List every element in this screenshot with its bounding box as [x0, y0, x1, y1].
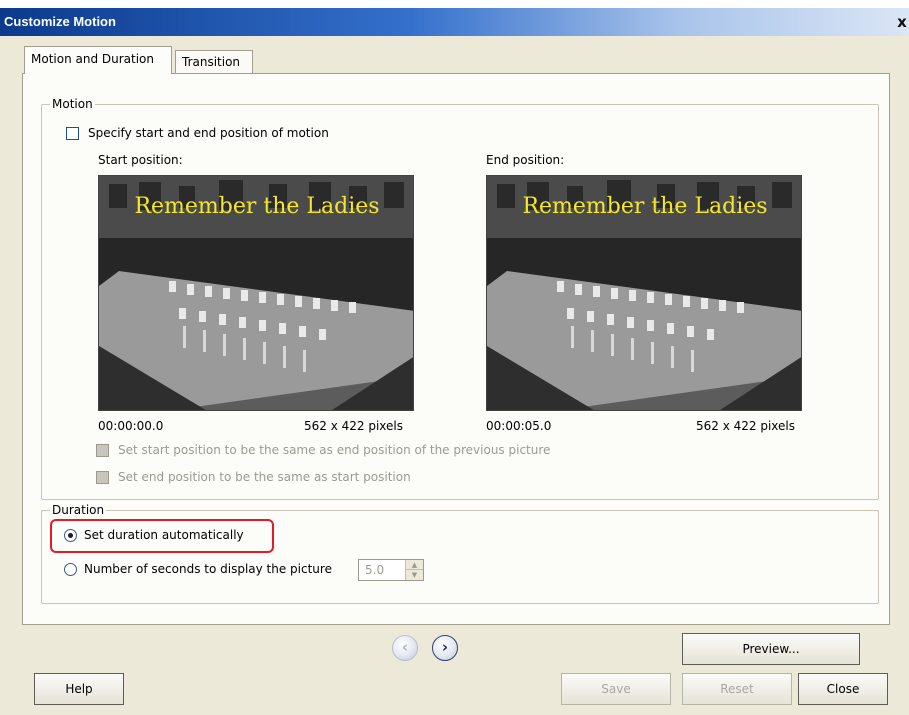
tab-transition[interactable]: Transition — [175, 50, 253, 74]
spinner-up-icon[interactable]: ▲ — [406, 560, 423, 570]
duration-legend: Duration — [50, 503, 107, 517]
end-position-image[interactable]: Remember the Ladies — [486, 175, 802, 411]
window-title: Customize Motion — [4, 14, 116, 29]
start-position-image[interactable]: Remember the Ladies — [98, 175, 414, 411]
spinner-down-icon[interactable]: ▼ — [406, 570, 423, 580]
previous-picture-button[interactable]: ‹ — [392, 635, 418, 661]
auto-duration-label: Set duration automatically — [84, 528, 244, 542]
specify-motion-checkbox[interactable] — [66, 127, 79, 140]
close-window-icon[interactable]: x — [895, 12, 909, 32]
end-size: 562 x 422 pixels — [696, 419, 796, 433]
spinner-buttons: ▲ ▼ — [405, 560, 423, 580]
motion-group: Motion Specify start and end position of… — [41, 97, 879, 500]
end-position-heading: End position: — [486, 153, 565, 167]
end-image-caption: Remember the Ladies — [522, 194, 767, 219]
close-button[interactable]: Close — [798, 673, 888, 705]
manual-duration-radio[interactable] — [64, 563, 77, 576]
same-as-previous-label: Set start position to be the same as end… — [118, 443, 551, 457]
same-as-start-checkbox[interactable] — [96, 471, 109, 484]
start-size: 562 x 422 pixels — [304, 419, 404, 433]
seconds-value[interactable]: 5.0 — [365, 563, 384, 577]
reset-button[interactable]: Reset — [682, 673, 792, 705]
tab-motion-and-duration[interactable]: Motion and Duration — [24, 46, 172, 74]
start-image-caption: Remember the Ladies — [134, 194, 379, 219]
same-as-previous-checkbox[interactable] — [96, 444, 109, 457]
radio-selected-dot — [68, 533, 73, 538]
duration-group: Duration Set duration automatically Numb… — [41, 503, 879, 604]
help-button[interactable]: Help — [34, 673, 124, 705]
preview-button[interactable]: Preview... — [682, 633, 860, 665]
customize-motion-dialog: Customize Motion x Motion and Duration T… — [0, 8, 909, 715]
same-as-start-label: Set end position to be the same as start… — [118, 470, 411, 484]
save-button[interactable]: Save — [561, 673, 671, 705]
start-position-heading: Start position: — [98, 153, 183, 167]
title-bar: Customize Motion x — [0, 8, 909, 36]
specify-motion-label: Specify start and end position of motion — [88, 126, 329, 140]
motion-legend: Motion — [50, 97, 95, 111]
next-picture-button[interactable]: › — [432, 635, 458, 661]
tab-panel-motion-and-duration: Motion Specify start and end position of… — [22, 73, 890, 625]
auto-duration-radio[interactable] — [64, 529, 77, 542]
manual-duration-label: Number of seconds to display the picture — [84, 562, 332, 576]
start-time: 00:00:00.0 — [98, 419, 164, 433]
seconds-spinner[interactable]: 5.0 ▲ ▼ — [358, 559, 424, 581]
end-time: 00:00:05.0 — [486, 419, 552, 433]
